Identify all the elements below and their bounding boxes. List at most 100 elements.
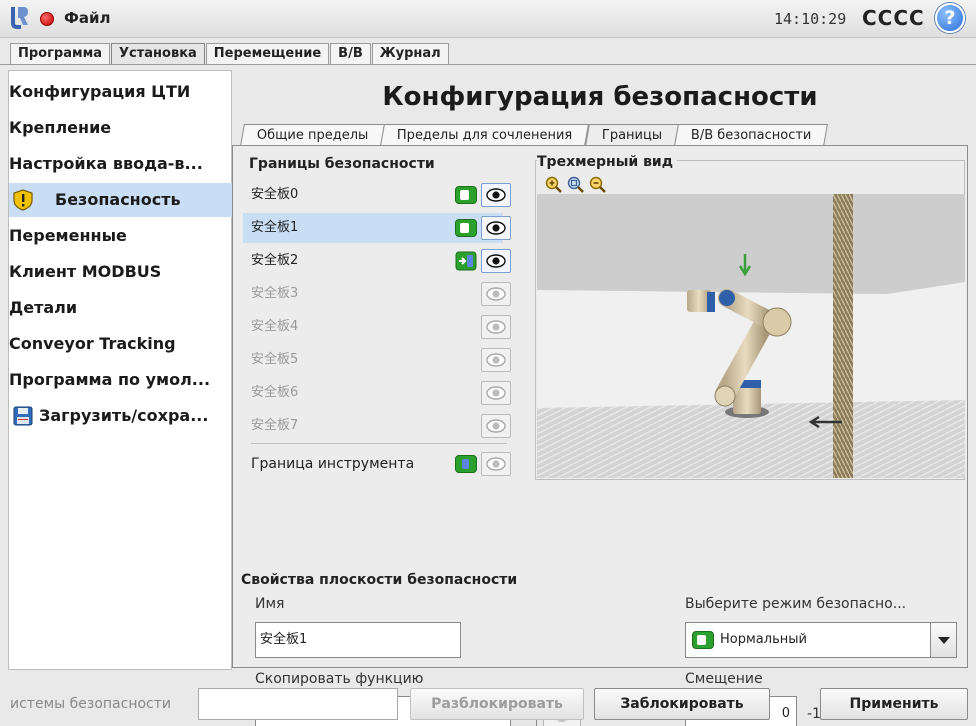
eye-icon [486, 221, 506, 235]
safety-mode-label: Выберите режим безопасно... [685, 596, 907, 612]
tab-general-limits[interactable]: Общие пределы [240, 124, 386, 146]
eye-icon [486, 287, 506, 301]
eye-icon [486, 320, 506, 334]
safety-mode-value: Нормальный [720, 632, 807, 647]
eye-icon [486, 419, 506, 433]
ceiling-plane [537, 194, 965, 294]
robot-status-indicator [40, 12, 54, 26]
sidebar-item-label: Загрузить/сохра... [39, 406, 209, 425]
chevron-down-icon[interactable] [930, 623, 956, 657]
plane-name: 安全板6 [251, 385, 299, 400]
tool-boundary-row[interactable]: Граница инструмента [243, 449, 511, 479]
tab-program[interactable]: Программа [10, 43, 111, 65]
unlock-button[interactable]: Разблокировать [410, 688, 584, 720]
plane-row-1[interactable]: 安全板1 [243, 213, 511, 243]
plane-row-5[interactable]: 安全板5 [243, 345, 511, 375]
sidebar-item-default-program[interactable]: Программа по умол... [9, 363, 233, 397]
plane-row-2[interactable]: 安全板2 [243, 246, 511, 276]
main-tab-bar: Программа Установка Перемещение В/В Журн… [10, 43, 450, 65]
plane-name: 安全板3 [251, 286, 299, 301]
safety-sub-tabs: Общие пределы Пределы для сочленения Гра… [236, 124, 829, 146]
plane-row-7[interactable]: 安全板7 [243, 411, 511, 441]
plane-name: 安全板1 [251, 220, 299, 235]
visibility-eye-button[interactable] [481, 452, 511, 476]
help-button[interactable]: ? [935, 3, 965, 33]
sidebar-item-mounting[interactable]: Крепление [9, 111, 233, 145]
visibility-eye-button[interactable] [481, 381, 511, 405]
tab-label: Пределы для сочленения [397, 128, 573, 143]
visibility-eye-button[interactable] [481, 216, 511, 240]
wall-plane [833, 194, 853, 478]
password-input[interactable] [198, 688, 398, 720]
robot-name: CCCC [862, 6, 925, 30]
normal-mode-toggle-icon[interactable] [455, 219, 477, 237]
sidebar-item-modbus-client[interactable]: Клиент MODBUS [9, 255, 233, 289]
file-menu[interactable]: Файл [64, 9, 111, 27]
robot-wrist [719, 290, 735, 306]
tab-label: Границы [601, 128, 662, 143]
plane-name: 安全板4 [251, 319, 299, 334]
zoom-fit-icon[interactable] [567, 176, 585, 194]
password-label: истемы безопасности [10, 696, 171, 712]
tab-label: Общие пределы [256, 128, 369, 143]
tab-joint-limits[interactable]: Пределы для сочленения [380, 124, 590, 146]
sidebar-item-label: Conveyor Tracking [9, 334, 176, 353]
visibility-eye-button[interactable] [481, 282, 511, 306]
top-bar: Файл 14:10:29 CCCC ? [0, 0, 976, 38]
plane-row-0[interactable]: 安全板0 [243, 180, 511, 210]
tab-log[interactable]: Журнал [371, 43, 449, 65]
sidebar-item-label: Настройка ввода-в... [9, 154, 203, 173]
boundaries-tab-content: Границы безопасности 安全板0 安全板1 安全板2 安全板3… [232, 145, 968, 726]
visibility-eye-button[interactable] [481, 183, 511, 207]
eye-icon [486, 386, 506, 400]
plane-row-4[interactable]: 安全板4 [243, 312, 511, 342]
floppy-disk-icon [13, 406, 33, 426]
lock-button[interactable]: Заблокировать [594, 688, 770, 720]
sidebar-item-conveyor-tracking[interactable]: Conveyor Tracking [9, 327, 233, 361]
visibility-eye-button[interactable] [481, 414, 511, 438]
reduced-mode-trigger-icon[interactable] [455, 251, 477, 271]
robot-elbow [762, 307, 792, 337]
tool-boundary-toggle-icon[interactable] [455, 455, 477, 473]
plane-name: 安全板0 [251, 187, 299, 202]
view3d-title: Трехмерный вид [537, 154, 678, 170]
sidebar-item-label: Безопасность [55, 190, 181, 209]
offset-label: Смещение [685, 671, 763, 687]
properties-section-title: Свойства плоскости безопасности [241, 572, 518, 588]
tab-io[interactable]: В/В [330, 43, 371, 65]
sidebar-item-label: Переменные [9, 226, 127, 245]
copy-feature-label: Скопировать функцию [255, 671, 424, 687]
zoom-out-icon[interactable] [589, 176, 607, 194]
safety-mode-dropdown[interactable]: Нормальный [685, 622, 957, 658]
sidebar-item-label: Программа по умол... [9, 370, 211, 389]
visibility-eye-button[interactable] [481, 315, 511, 339]
sidebar-item-variables[interactable]: Переменные [9, 219, 233, 253]
tab-installation[interactable]: Установка [111, 43, 205, 65]
3d-viewport[interactable] [537, 194, 965, 478]
plane-row-3[interactable]: 安全板3 [243, 279, 511, 309]
sidebar-item-features[interactable]: Детали [9, 291, 233, 325]
plane-name: 安全板7 [251, 418, 299, 433]
eye-icon [486, 353, 506, 367]
sidebar-item-load-save[interactable]: Загрузить/сохра... [9, 399, 233, 433]
visibility-eye-button[interactable] [481, 249, 511, 273]
sidebar-item-label: Крепление [9, 118, 112, 137]
plane-name-field[interactable]: 安全板1 [255, 622, 461, 658]
sidebar-item-safety[interactable]: Безопасность [9, 183, 233, 217]
installation-sidebar: Конфигурация ЦТИ Крепление Настройка вво… [8, 70, 233, 670]
sidebar-item-tcp-config[interactable]: Конфигурация ЦТИ [9, 75, 233, 109]
normal-mode-toggle-icon[interactable] [455, 186, 477, 204]
zoom-in-icon[interactable] [545, 176, 563, 194]
apply-button[interactable]: Применить [820, 688, 968, 720]
plane-row-6[interactable]: 安全板6 [243, 378, 511, 408]
app-window: Файл 14:10:29 CCCC ? Программа Установка… [0, 0, 976, 726]
tab-boundaries[interactable]: Границы [584, 124, 679, 146]
robot-shoulder [714, 385, 736, 407]
visibility-eye-button[interactable] [481, 348, 511, 372]
sidebar-item-label: Детали [9, 298, 78, 317]
robot-tool-ring [707, 292, 715, 312]
sidebar-item-io-setup[interactable]: Настройка ввода-в... [9, 147, 233, 181]
tab-move[interactable]: Перемещение [205, 43, 330, 65]
tab-safety-io[interactable]: В/В безопасности [673, 124, 829, 146]
plane-name: 安全板5 [251, 352, 299, 367]
